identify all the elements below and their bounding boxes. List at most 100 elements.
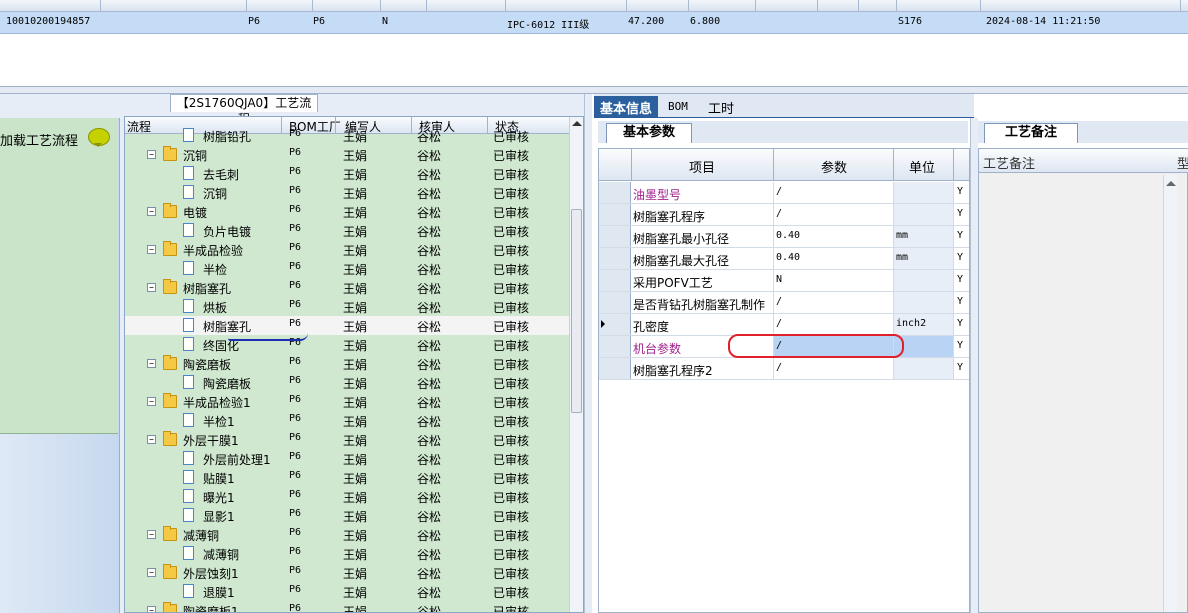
- param-flag-cell[interactable]: Y: [953, 314, 969, 335]
- row-selector[interactable]: [599, 204, 631, 225]
- param-unit-cell[interactable]: mm: [893, 248, 953, 269]
- tree-scrollbar[interactable]: [569, 117, 583, 612]
- tree-row[interactable]: 半检 P6 王娟 谷松 已审核: [125, 259, 569, 278]
- param-unit-cell[interactable]: inch2: [893, 314, 953, 335]
- right-vertical-splitter[interactable]: [970, 118, 978, 613]
- param-value-cell[interactable]: /: [773, 204, 893, 225]
- param-value-cell[interactable]: /: [773, 182, 893, 203]
- load-process-flow-pane[interactable]: 加载工艺流程: [0, 118, 118, 434]
- collapse-toggle-icon[interactable]: −: [147, 435, 156, 444]
- tree-row[interactable]: 半检1 P6 王娟 谷松 已审核: [125, 411, 569, 430]
- collapse-toggle-icon[interactable]: −: [147, 150, 156, 159]
- horizontal-splitter[interactable]: [0, 86, 1188, 94]
- param-flag-cell[interactable]: Y: [953, 292, 969, 313]
- tab-basic-params[interactable]: 基本参数: [606, 123, 692, 143]
- row-selector[interactable]: [599, 292, 631, 313]
- param-row[interactable]: 采用POFV工艺 N Y: [599, 270, 969, 292]
- tree-row[interactable]: − 沉铜 P6 王娟 谷松 已审核: [125, 145, 569, 164]
- param-row[interactable]: 树脂塞孔程序2 / Y: [599, 358, 969, 380]
- param-flag-cell[interactable]: Y: [953, 358, 969, 379]
- tree-row[interactable]: 树脂铅孔 P6 王娟 谷松 已审核: [125, 126, 569, 145]
- param-flag-cell[interactable]: Y: [953, 204, 969, 225]
- param-value-cell[interactable]: /: [773, 358, 893, 379]
- param-unit-cell[interactable]: [893, 292, 953, 313]
- collapse-toggle-icon[interactable]: −: [147, 207, 156, 216]
- row-selector[interactable]: [599, 182, 631, 203]
- param-row[interactable]: 油墨型号 / Y: [599, 182, 969, 204]
- tree-row[interactable]: − 外层蚀刻1 P6 王娟 谷松 已审核: [125, 563, 569, 582]
- collapse-toggle-icon[interactable]: −: [147, 359, 156, 368]
- collapse-toggle-icon[interactable]: −: [147, 568, 156, 577]
- tab-process-notes[interactable]: 工艺备注: [984, 123, 1078, 143]
- top-grid-selected-row[interactable]: 10010200194857 P6 P6 N IPC-6012 III级 47.…: [0, 12, 1188, 34]
- col-notes-extra[interactable]: 型: [1177, 153, 1188, 172]
- tree-row[interactable]: 去毛刺 P6 王娟 谷松 已审核: [125, 164, 569, 183]
- tree-row[interactable]: − 陶瓷磨板 P6 王娟 谷松 已审核: [125, 354, 569, 373]
- row-selector[interactable]: [599, 358, 631, 379]
- param-flag-cell[interactable]: Y: [953, 226, 969, 247]
- param-flag-cell[interactable]: Y: [953, 182, 969, 203]
- param-row[interactable]: 树脂塞孔程序 / Y: [599, 204, 969, 226]
- param-unit-cell[interactable]: [893, 270, 953, 291]
- tree-row[interactable]: 树脂塞孔 P6 王娟 谷松 已审核: [125, 316, 569, 335]
- param-unit-cell[interactable]: [893, 182, 953, 203]
- row-selector[interactable]: [599, 336, 631, 357]
- param-row[interactable]: 是否背钻孔树脂塞孔制作 / Y: [599, 292, 969, 314]
- notes-scrollbar[interactable]: [1163, 175, 1177, 612]
- param-unit-cell[interactable]: [893, 204, 953, 225]
- param-flag-cell[interactable]: Y: [953, 336, 969, 357]
- collapse-toggle-icon[interactable]: −: [147, 606, 156, 612]
- param-unit-cell[interactable]: mm: [893, 226, 953, 247]
- param-flag-cell[interactable]: Y: [953, 270, 969, 291]
- param-flag-cell[interactable]: Y: [953, 248, 969, 269]
- tab-basic-info[interactable]: 基本信息: [594, 96, 659, 117]
- row-selector[interactable]: [599, 248, 631, 269]
- row-selector[interactable]: [599, 314, 631, 335]
- vertical-splitter[interactable]: [584, 94, 592, 613]
- collapse-toggle-icon[interactable]: −: [147, 530, 156, 539]
- tree-row[interactable]: − 陶瓷磨板1 P6 王娟 谷松 已审核: [125, 601, 569, 612]
- param-unit-cell[interactable]: [893, 358, 953, 379]
- param-value-cell[interactable]: /: [773, 314, 893, 335]
- tree-row[interactable]: 烘板 P6 王娟 谷松 已审核: [125, 297, 569, 316]
- tree-row[interactable]: − 外层干膜1 P6 王娟 谷松 已审核: [125, 430, 569, 449]
- param-value-cell[interactable]: 0.40: [773, 226, 893, 247]
- tree-row[interactable]: 负片电镀 P6 王娟 谷松 已审核: [125, 221, 569, 240]
- collapse-toggle-icon[interactable]: −: [147, 283, 156, 292]
- tree-row[interactable]: − 电镀 P6 王娟 谷松 已审核: [125, 202, 569, 221]
- col-unit[interactable]: 单位: [909, 157, 935, 176]
- tree-row[interactable]: 曝光1 P6 王娟 谷松 已审核: [125, 487, 569, 506]
- param-row[interactable]: 树脂塞孔最小孔径 0.40 mm Y: [599, 226, 969, 248]
- scroll-up-icon[interactable]: [572, 121, 582, 126]
- col-param[interactable]: 参数: [821, 157, 847, 176]
- tree-row[interactable]: − 减薄铜 P6 王娟 谷松 已审核: [125, 525, 569, 544]
- tab-bom[interactable]: BOM: [662, 98, 694, 119]
- tab-work-hours[interactable]: 工时: [702, 96, 740, 117]
- speech-bubble-icon[interactable]: [88, 128, 110, 147]
- scroll-thumb[interactable]: [571, 209, 582, 413]
- param-row[interactable]: 树脂塞孔最大孔径 0.40 mm Y: [599, 248, 969, 270]
- row-selector[interactable]: [599, 270, 631, 291]
- param-value-cell[interactable]: /: [773, 292, 893, 313]
- row-selector[interactable]: [599, 226, 631, 247]
- col-process-notes[interactable]: 工艺备注: [983, 153, 1035, 172]
- tree-row[interactable]: 沉铜 P6 王娟 谷松 已审核: [125, 183, 569, 202]
- param-row[interactable]: 孔密度 / inch2 Y: [599, 314, 969, 336]
- param-value-cell[interactable]: N: [773, 270, 893, 291]
- tree-row[interactable]: − 半成品检验 P6 王娟 谷松 已审核: [125, 240, 569, 259]
- process-flow-tab[interactable]: 【2S1760QJA0】工艺流程: [170, 94, 318, 126]
- tree-row[interactable]: 贴膜1 P6 王娟 谷松 已审核: [125, 468, 569, 487]
- collapse-toggle-icon[interactable]: −: [147, 397, 156, 406]
- notes-scroll-up-icon[interactable]: [1166, 181, 1176, 186]
- tree-row[interactable]: 显影1 P6 王娟 谷松 已审核: [125, 506, 569, 525]
- col-item[interactable]: 项目: [689, 157, 715, 176]
- collapse-toggle-icon[interactable]: −: [147, 245, 156, 254]
- tree-row[interactable]: 退膜1 P6 王娟 谷松 已审核: [125, 582, 569, 601]
- tree-row[interactable]: − 半成品检验1 P6 王娟 谷松 已审核: [125, 392, 569, 411]
- load-process-flow-label[interactable]: 加载工艺流程: [0, 130, 78, 149]
- param-value-cell[interactable]: 0.40: [773, 248, 893, 269]
- tree-row[interactable]: − 树脂塞孔 P6 王娟 谷松 已审核: [125, 278, 569, 297]
- tree-row[interactable]: 终固化 P6 王娟 谷松 已审核: [125, 335, 569, 354]
- tree-row[interactable]: 减薄铜 P6 王娟 谷松 已审核: [125, 544, 569, 563]
- tree-row[interactable]: 陶瓷磨板 P6 王娟 谷松 已审核: [125, 373, 569, 392]
